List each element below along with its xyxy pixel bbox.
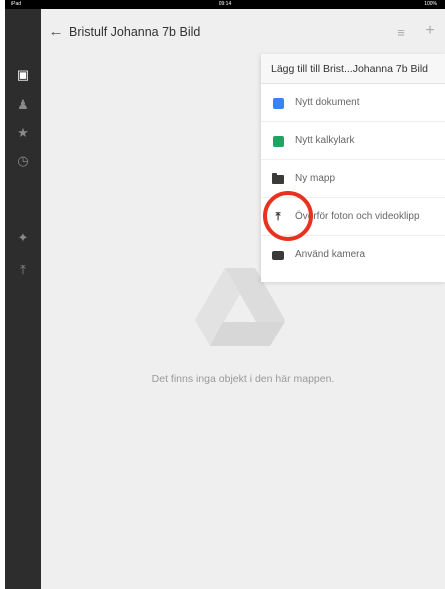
back-arrow-icon[interactable]: ← <box>47 22 65 40</box>
menu-item-label: Nytt kalkylark <box>295 135 355 146</box>
starred-star-icon[interactable]: ★ <box>12 122 34 144</box>
menu-item-label: Ny mapp <box>295 173 336 184</box>
status-clock: 09:14 <box>218 1 232 7</box>
folder-icon <box>271 172 285 186</box>
add-to-folder-menu: Lägg till till Brist...Johanna 7b Bild N… <box>261 54 445 282</box>
list-view-icon[interactable]: ≡ <box>393 24 409 40</box>
add-plus-icon[interactable]: + <box>421 22 439 40</box>
recent-clock-icon[interactable]: ◷ <box>12 150 34 172</box>
camera-icon <box>271 248 285 262</box>
app-screen: iPad 09:14 100% ▣ ♟ ★ ◷ ✦ ⤒ ← Bristulf J… <box>5 0 445 589</box>
status-bar: iPad 09:14 100% <box>5 0 445 9</box>
header: ← Bristulf Johanna 7b Bild ≡ + <box>41 9 445 55</box>
sheets-icon <box>271 134 285 148</box>
red-annotation-circle <box>263 191 313 241</box>
empty-folder-message: Det finns inga objekt i den här mappen. <box>151 373 335 385</box>
menu-item-new-spreadsheet[interactable]: Nytt kalkylark <box>261 122 445 160</box>
menu-item-label: Nytt dokument <box>295 97 360 108</box>
uploads-icon[interactable]: ⤒ <box>12 259 34 281</box>
offline-pin-icon[interactable]: ✦ <box>12 227 34 249</box>
docs-icon <box>271 96 285 110</box>
menu-item-use-camera[interactable]: Använd kamera <box>261 236 445 274</box>
sidebar: ▣ ♟ ★ ◷ ✦ ⤒ <box>5 9 41 589</box>
folder-title: Bristulf Johanna 7b Bild <box>69 25 201 39</box>
battery-indicator: 100% <box>424 1 437 7</box>
menu-item-label: Överför foton och videoklipp <box>295 211 420 222</box>
menu-item-new-document[interactable]: Nytt dokument <box>261 84 445 122</box>
shared-people-icon[interactable]: ♟ <box>12 94 34 116</box>
menu-item-label: Använd kamera <box>295 249 366 260</box>
my-drive-folder-icon[interactable]: ▣ <box>12 64 34 86</box>
menu-title: Lägg till till Brist...Johanna 7b Bild <box>261 54 445 84</box>
